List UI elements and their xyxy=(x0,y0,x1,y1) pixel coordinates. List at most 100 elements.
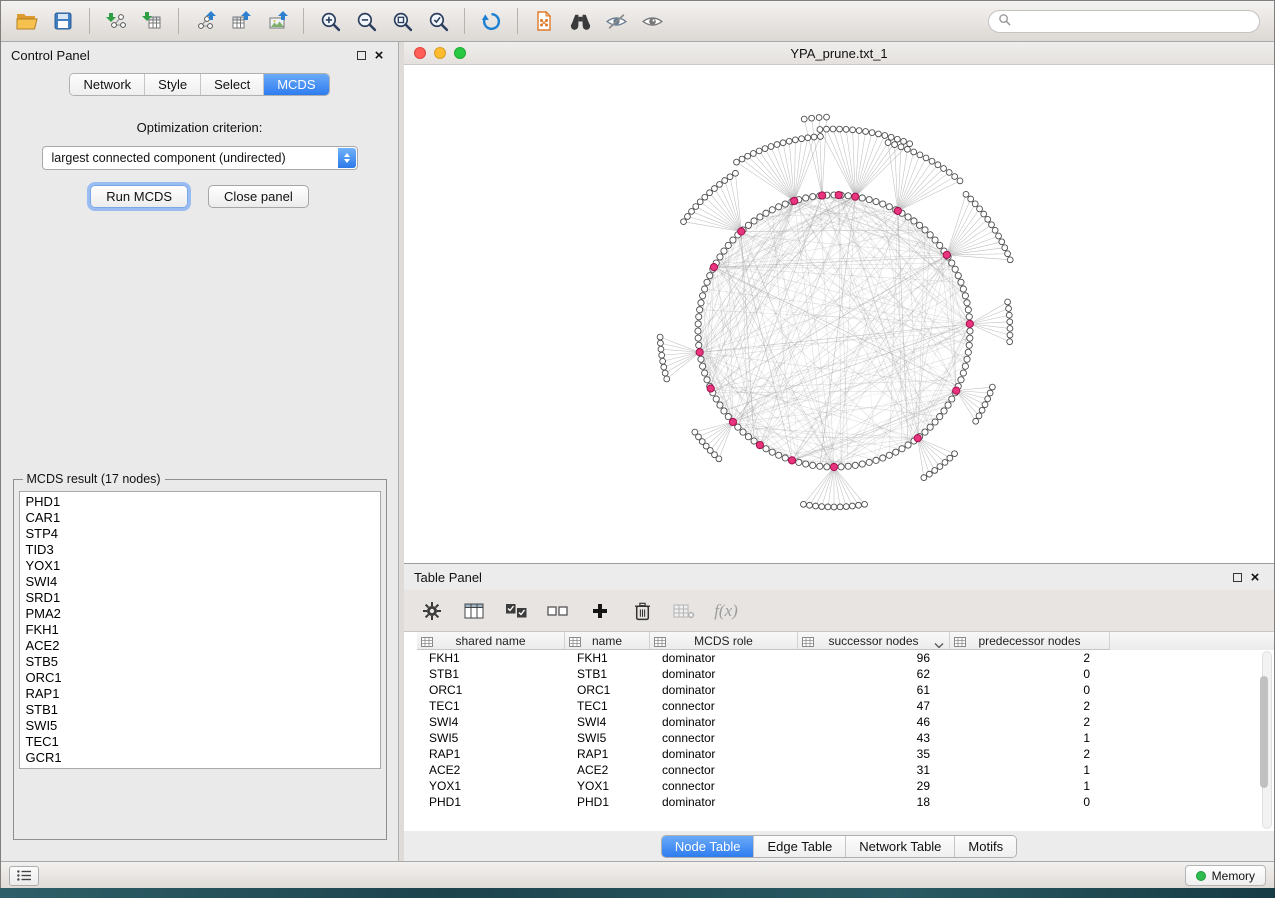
deselect-all-rows-icon[interactable] xyxy=(546,598,570,624)
result-node-item[interactable]: ORC1 xyxy=(20,670,380,686)
leaf-node[interactable] xyxy=(987,390,993,396)
leaf-node[interactable] xyxy=(774,142,780,148)
ring-node[interactable] xyxy=(945,402,951,408)
run-mcds-button[interactable]: Run MCDS xyxy=(90,185,188,208)
ring-node[interactable] xyxy=(873,199,879,205)
close-panel-button[interactable]: Close panel xyxy=(208,185,309,208)
ring-node[interactable] xyxy=(911,218,917,224)
leaf-node[interactable] xyxy=(811,134,817,140)
close-table-panel-icon[interactable]: × xyxy=(1246,568,1264,586)
leaf-node[interactable] xyxy=(898,144,904,150)
result-node-item[interactable]: PHD1 xyxy=(20,494,380,510)
column-header-shared-name[interactable]: shared name xyxy=(417,632,565,650)
ring-node[interactable] xyxy=(725,242,731,248)
ring-node[interactable] xyxy=(700,293,706,299)
dominator-node[interactable] xyxy=(738,228,745,235)
leaf-node[interactable] xyxy=(712,186,718,192)
leaf-node[interactable] xyxy=(657,334,663,340)
result-node-item[interactable]: ACE2 xyxy=(20,638,380,654)
ring-node[interactable] xyxy=(803,461,809,467)
ring-node[interactable] xyxy=(803,195,809,201)
leaf-node[interactable] xyxy=(981,211,987,217)
leaf-node[interactable] xyxy=(807,502,813,508)
leaf-node[interactable] xyxy=(1005,251,1011,257)
ring-node[interactable] xyxy=(845,193,851,199)
ring-node[interactable] xyxy=(698,356,704,362)
dominator-node[interactable] xyxy=(710,264,717,271)
dominator-node[interactable] xyxy=(835,191,842,198)
ring-node[interactable] xyxy=(763,210,769,216)
sort-chevron-icon[interactable] xyxy=(934,638,944,652)
search-input[interactable] xyxy=(1017,15,1250,29)
ring-node[interactable] xyxy=(927,232,933,238)
ring-node[interactable] xyxy=(696,342,702,348)
mcds-result-list[interactable]: PHD1CAR1STP4TID3YOX1SWI4SRD1PMA2FKH1ACE2… xyxy=(19,491,381,769)
leaf-node[interactable] xyxy=(681,219,687,225)
ring-node[interactable] xyxy=(769,449,775,455)
leaf-node[interactable] xyxy=(843,126,849,132)
ring-node[interactable] xyxy=(886,452,892,458)
leaf-node[interactable] xyxy=(801,501,807,507)
leaf-node[interactable] xyxy=(1002,245,1008,251)
save-session-button[interactable] xyxy=(45,5,81,37)
ring-node[interactable] xyxy=(838,464,844,470)
ring-node[interactable] xyxy=(740,429,746,435)
leaf-node[interactable] xyxy=(733,170,739,176)
leaf-node[interactable] xyxy=(1007,257,1013,263)
leaf-node[interactable] xyxy=(976,413,982,419)
leaf-node[interactable] xyxy=(739,156,745,162)
float-table-panel-icon[interactable] xyxy=(1228,568,1246,586)
dominator-node[interactable] xyxy=(914,435,921,442)
leaf-node[interactable] xyxy=(850,127,856,133)
ring-node[interactable] xyxy=(745,222,751,228)
leaf-node[interactable] xyxy=(863,129,869,135)
leaf-node[interactable] xyxy=(750,151,756,157)
leaf-node[interactable] xyxy=(892,142,898,148)
zoom-fit-button[interactable] xyxy=(384,5,420,37)
dominator-node[interactable] xyxy=(788,457,795,464)
ring-node[interactable] xyxy=(696,314,702,320)
add-column-icon[interactable] xyxy=(588,598,612,624)
leaf-node[interactable] xyxy=(941,166,947,172)
ring-node[interactable] xyxy=(796,459,802,465)
ring-node[interactable] xyxy=(817,463,823,469)
leaf-node[interactable] xyxy=(689,209,695,215)
leaf-node[interactable] xyxy=(745,153,751,159)
leaf-node[interactable] xyxy=(762,146,768,152)
ring-node[interactable] xyxy=(880,455,886,461)
leaf-node[interactable] xyxy=(985,396,991,402)
leaf-node[interactable] xyxy=(843,504,849,510)
column-header-name[interactable]: name xyxy=(565,632,650,650)
leaf-node[interactable] xyxy=(831,504,837,510)
ring-node[interactable] xyxy=(751,438,757,444)
result-node-item[interactable]: SWI5 xyxy=(20,718,380,734)
leaf-node[interactable] xyxy=(801,116,807,122)
ring-node[interactable] xyxy=(967,328,973,334)
table-row[interactable]: RAP1RAP1dominator352 xyxy=(417,746,1274,762)
leaf-node[interactable] xyxy=(901,138,907,144)
ring-node[interactable] xyxy=(776,204,782,210)
tab-motifs[interactable]: Motifs xyxy=(955,836,1016,857)
zoom-selected-button[interactable] xyxy=(420,5,456,37)
ring-node[interactable] xyxy=(937,242,943,248)
leaf-node[interactable] xyxy=(658,346,664,352)
table-row[interactable]: SWI5SWI5connector431 xyxy=(417,730,1274,746)
leaf-node[interactable] xyxy=(996,233,1002,239)
ring-node[interactable] xyxy=(704,377,710,383)
leaf-node[interactable] xyxy=(1007,339,1013,345)
ring-node[interactable] xyxy=(757,214,763,220)
ring-node[interactable] xyxy=(967,335,973,341)
leaf-node[interactable] xyxy=(999,239,1005,245)
leaf-node[interactable] xyxy=(888,134,894,140)
leaf-node[interactable] xyxy=(952,174,958,180)
table-row[interactable]: ORC1ORC1dominator610 xyxy=(417,682,1274,698)
dominator-node[interactable] xyxy=(696,349,703,356)
leaf-node[interactable] xyxy=(894,136,900,142)
leaf-node[interactable] xyxy=(979,407,985,413)
export-table-button[interactable] xyxy=(223,5,259,37)
result-node-item[interactable]: SWI4 xyxy=(20,574,380,590)
leaf-node[interactable] xyxy=(935,162,941,168)
leaf-node[interactable] xyxy=(659,352,665,358)
leaf-node[interactable] xyxy=(972,201,978,207)
ring-node[interactable] xyxy=(966,342,972,348)
